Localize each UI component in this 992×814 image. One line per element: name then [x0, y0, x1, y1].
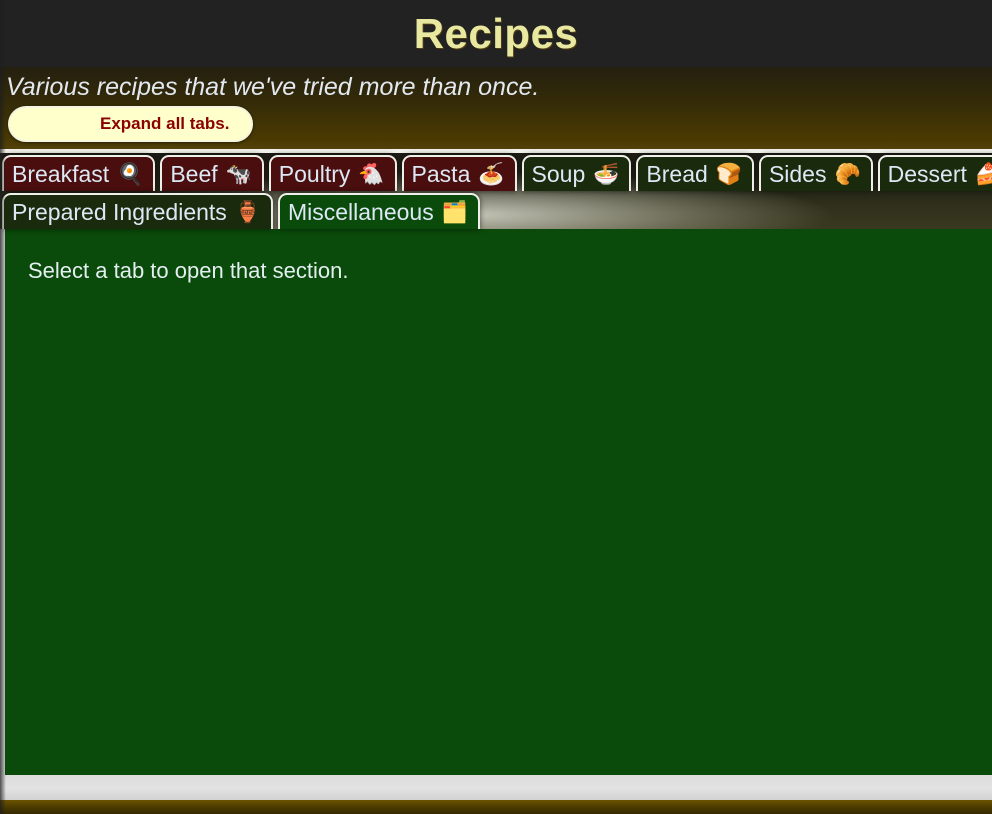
tab-poultry[interactable]: Poultry 🐔	[268, 155, 397, 191]
tab-label: Beef	[170, 160, 218, 187]
tab-label: Sides	[768, 160, 827, 187]
steaming-bowl-icon: 🍜	[593, 162, 620, 186]
tab-label: Bread	[646, 160, 708, 187]
tab-soup[interactable]: Soup 🍜	[521, 155, 632, 191]
page-title: Recipes	[413, 9, 579, 57]
footer-dark-strip	[0, 800, 992, 814]
title-bar: Recipes	[0, 0, 992, 67]
fried-egg-icon: 🍳	[117, 162, 144, 186]
tab-strip: Breakfast 🍳 Beef 🐄 Poultry 🐔 Pasta 🍝 Soup 🍜 Bread 🍞…	[0, 153, 992, 229]
tab-label: Dessert	[887, 160, 967, 187]
tab-label: Breakfast	[12, 160, 110, 187]
spaghetti-icon: 🍝	[478, 162, 505, 186]
tab-label: Miscellaneous	[287, 198, 434, 225]
cow-icon: 🐄	[225, 162, 252, 186]
tab-label: Pasta	[411, 160, 471, 187]
bread-icon: 🍞	[715, 162, 742, 186]
tab-breakfast[interactable]: Breakfast 🍳	[2, 155, 156, 191]
tab-label: Soup	[531, 160, 586, 187]
tab-placeholder-message: Select a tab to open that section.	[28, 258, 349, 283]
page-subtitle: Various recipes that we've tried more th…	[6, 73, 540, 101]
recipes-page: Recipes Various recipes that we've tried…	[0, 0, 992, 814]
expand-all-tabs-button[interactable]: Expand all tabs.	[8, 105, 254, 143]
tab-content-panel: Select a tab to open that section.	[5, 229, 988, 775]
tab-beef[interactable]: Beef 🐄	[160, 155, 264, 191]
card-index-dividers-icon: 🗂️	[441, 200, 468, 224]
tab-miscellaneous[interactable]: Miscellaneous 🗂️	[277, 193, 480, 229]
tab-content-wrapper: Select a tab to open that section.	[0, 229, 992, 775]
tab-row-secondary: Prepared Ingredients 🏺 Miscellaneous 🗂️	[0, 193, 992, 229]
tab-prepared-ingredients[interactable]: Prepared Ingredients 🏺	[2, 193, 273, 229]
shortcake-icon: 🍰	[974, 162, 992, 186]
tab-label: Poultry	[278, 160, 351, 187]
tab-sides[interactable]: Sides 🥐	[758, 155, 873, 191]
tab-row-primary: Breakfast 🍳 Beef 🐄 Poultry 🐔 Pasta 🍝 Soup 🍜 Bread 🍞…	[0, 155, 992, 191]
tab-label: Prepared Ingredients	[12, 198, 227, 225]
tab-dessert[interactable]: Dessert 🍰	[877, 155, 992, 191]
croissant-icon: 🥐	[834, 162, 861, 186]
tab-pasta[interactable]: Pasta 🍝	[401, 155, 517, 191]
chicken-icon: 🐔	[358, 162, 385, 186]
intro-band: Various recipes that we've tried more th…	[0, 67, 992, 153]
amphora-icon: 🏺	[234, 200, 261, 224]
tab-bread[interactable]: Bread 🍞	[636, 155, 754, 191]
footer-light-strip	[0, 775, 992, 800]
